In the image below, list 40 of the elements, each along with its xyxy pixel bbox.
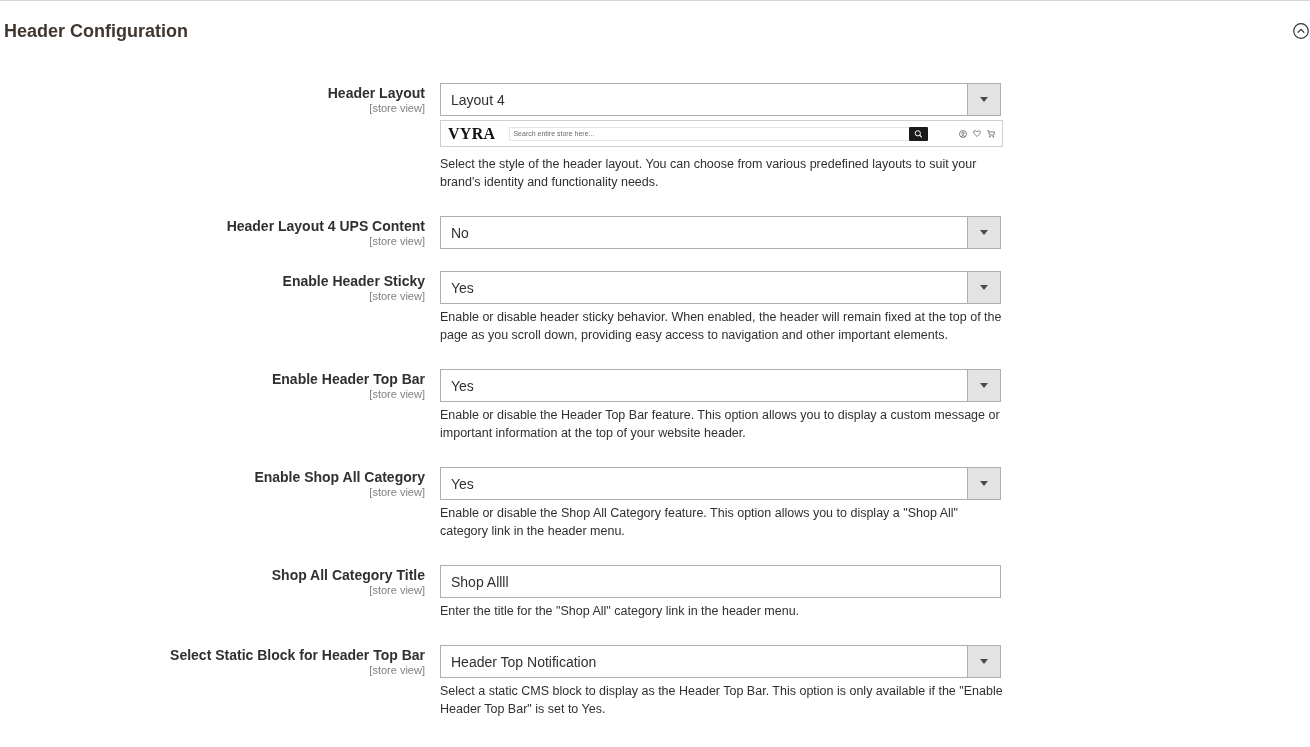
field-note: Select the style of the header layout. You can choose from various predefined layouts to suit your brand's identity and functionality needs. [440, 156, 978, 191]
chevron-circle-icon[interactable] [1293, 23, 1309, 39]
field-label: Shop All Category Title [271, 566, 425, 584]
field-label: Header Layout 4 UPS Content [226, 217, 425, 235]
scope-label: [store view] [369, 290, 425, 302]
dropdown[interactable]: Yes [440, 369, 1001, 402]
field-label: Enable Shop All Category [254, 468, 425, 486]
field-note: Enter the title for the "Shop All" category link in the header menu. [440, 603, 801, 620]
scope-label: [store view] [369, 388, 425, 400]
dropdown[interactable]: No [440, 216, 1001, 249]
cart-icon [987, 129, 995, 138]
field-note: Enable or disable the Shop All Category feature. This option allows you to display a "Shop All" category link in the header menu. [440, 505, 959, 540]
caret-down-icon [967, 272, 1000, 303]
dropdown[interactable]: Yes [440, 467, 1001, 500]
section-title: Header Configuration [4, 20, 188, 43]
caret-down-icon [967, 468, 1000, 499]
scope-label: [store view] [369, 102, 425, 114]
field-label: Enable Header Sticky [282, 272, 425, 290]
user-icon [959, 129, 967, 138]
field-label: Enable Header Top Bar [272, 370, 425, 388]
text-field[interactable]: Shop Allll [440, 565, 1001, 598]
field-note: Enable or disable the Header Top Bar feature. This option allows you to display a custom message or important information at the top of your website header. [440, 407, 1001, 442]
caret-down-icon [967, 217, 1000, 248]
scope-label: [store view] [369, 235, 425, 247]
scope-label: [store view] [369, 664, 425, 676]
field-label: Select Static Block for Header Top Bar [170, 646, 425, 664]
search-icon [909, 126, 929, 141]
scope-label: [store view] [369, 584, 425, 596]
field-note: Select a static CMS block to display as the Header Top Bar. This option is only available if the "Enable Header Top Bar" is set to Yes. [440, 683, 1004, 718]
caret-down-icon [967, 84, 1000, 115]
dropdown[interactable]: Layout 4 [440, 83, 1001, 116]
dropdown[interactable]: Header Top Notification [440, 645, 1001, 678]
caret-down-icon [967, 646, 1000, 677]
field-label: Header Layout [327, 84, 425, 102]
heart-icon [973, 130, 981, 137]
scope-label: [store view] [369, 486, 425, 498]
caret-down-icon [967, 370, 1000, 401]
dropdown[interactable]: Yes [440, 271, 1001, 304]
field-note: Enable or disable header sticky behavior. When enabled, the header will remain fixed at the top of the page as you scroll down, providing easy access to navigation and other important elements. [440, 309, 1003, 344]
logo-text: VYRA [448, 123, 496, 144]
